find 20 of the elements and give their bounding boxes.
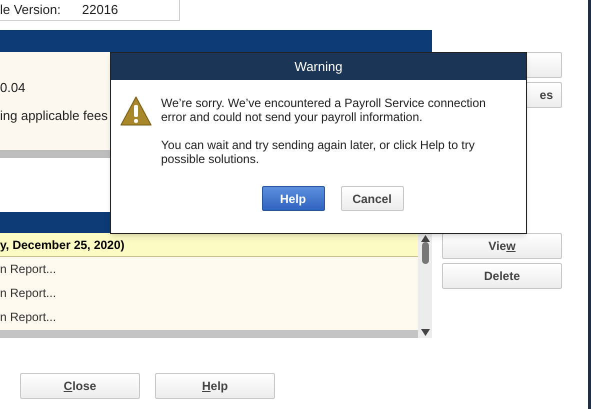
panel-text: ing applicable fees [0,106,108,125]
scroll-down-icon[interactable] [420,329,430,336]
list-row[interactable]: n Report... [0,305,418,329]
list-row[interactable]: n Report... [0,281,418,305]
version-value: 22016 [82,1,118,20]
list-row[interactable]: y, December 25, 2020) [0,233,418,257]
scroll-thumb[interactable] [422,242,428,264]
warning-message: You can wait and try sending again later, or click Help to try possible solutions. [161,138,476,166]
warning-message: We’re sorry. We’ve encountered a Payroll Service connection error and could not send your payroll information. [161,96,487,124]
panel-text: 0.04 [0,79,26,97]
dialog-button[interactable]: Close [20,373,140,399]
version-label: le Version: [0,1,62,20]
list-button[interactable]: Delete [442,263,562,289]
dialog-button[interactable]: Help [262,186,324,211]
list-row[interactable]: n Report... [0,257,418,281]
dialog-title: Warning [111,53,526,80]
warning-icon [120,96,152,126]
dialog-button[interactable]: Help [155,373,275,399]
list-button[interactable]: View [442,233,562,259]
dialog-button[interactable]: Cancel [340,186,404,211]
